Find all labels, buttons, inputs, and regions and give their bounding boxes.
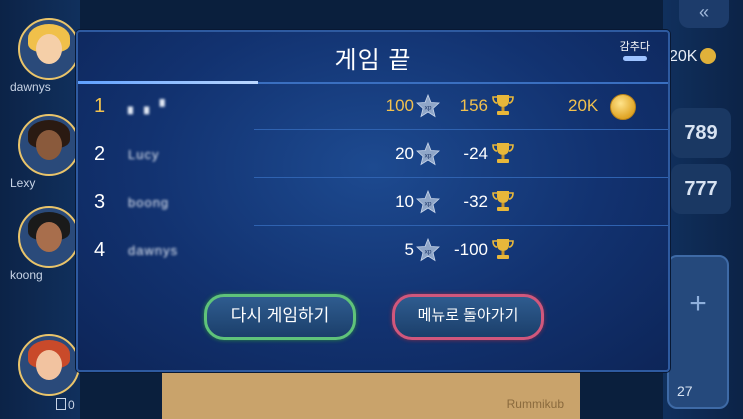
player-avatar-2[interactable] xyxy=(18,114,80,176)
trophy-value: -32 xyxy=(463,192,488,211)
trophy-icon xyxy=(492,95,514,115)
coin-balance: 20K xyxy=(669,48,743,78)
player-name-3: koong xyxy=(10,268,43,282)
score-box-2: 777 xyxy=(671,164,731,214)
player-avatar-3[interactable] xyxy=(18,206,80,268)
draw-pile-count: 27 xyxy=(677,383,693,399)
self-card-count: 0 xyxy=(56,398,75,412)
play-again-button[interactable]: 다시 게임하기 xyxy=(204,294,356,340)
game-over-dialog: 게임 끝 감추다 1 ▖▗ ▝ 100 xp 156 20K 2 Lucy 20… xyxy=(76,30,670,372)
xp-value: 100 xyxy=(385,96,414,115)
trophy-icon xyxy=(492,143,514,163)
trophy-value: 156 xyxy=(459,96,488,115)
dialog-title: 게임 끝 xyxy=(334,47,412,74)
trophy-icon xyxy=(492,239,514,259)
player-name: ▖▗ ▝ xyxy=(128,99,166,114)
rank: 2 xyxy=(94,143,106,165)
player-name: boong xyxy=(128,195,170,210)
plus-icon: + xyxy=(689,287,707,320)
hide-label: 감추다 xyxy=(619,41,650,53)
trophy-icon xyxy=(492,191,514,211)
player-avatar-1[interactable] xyxy=(18,18,80,80)
result-row: 2 Lucy 20 xp -24 xyxy=(78,132,668,178)
hide-button[interactable]: 감추다 xyxy=(620,38,650,61)
xp-value: 20 xyxy=(395,144,414,163)
table-logo: Rummikub xyxy=(506,397,564,411)
coin-balance-value: 20K xyxy=(669,48,698,65)
coin-icon xyxy=(700,48,717,64)
rank: 3 xyxy=(94,191,106,213)
score-box-1: 789 xyxy=(671,108,731,158)
player-name: Lucy xyxy=(128,147,160,162)
hide-toggle-icon xyxy=(622,56,647,61)
player-name: dawnys xyxy=(128,243,179,258)
result-row: 1 ▖▗ ▝ 100 xp 156 20K xyxy=(78,84,668,130)
back-to-menu-button[interactable]: 메뉴로 돌아가기 xyxy=(392,294,544,340)
xp-value: 10 xyxy=(395,192,414,211)
xp-value: 5 xyxy=(404,240,414,259)
coin-reward: 20K xyxy=(568,96,599,115)
result-row: 4 dawnys 5 xp -100 xyxy=(78,228,668,274)
game-board: Rummikub xyxy=(162,368,580,419)
coin-icon xyxy=(610,94,636,120)
draw-pile-button[interactable]: + 27 xyxy=(667,255,729,409)
double-chevron-left-icon[interactable]: « xyxy=(679,0,729,28)
player-name-2: Lexy xyxy=(10,176,36,190)
player-name-1: dawnys xyxy=(10,80,51,94)
rank: 4 xyxy=(94,239,106,261)
trophy-value: -100 xyxy=(453,240,488,259)
result-row: 3 boong 10 xp -32 xyxy=(78,180,668,226)
player-avatar-self[interactable] xyxy=(18,334,80,396)
rank: 1 xyxy=(94,95,106,117)
trophy-value: -24 xyxy=(463,144,488,163)
